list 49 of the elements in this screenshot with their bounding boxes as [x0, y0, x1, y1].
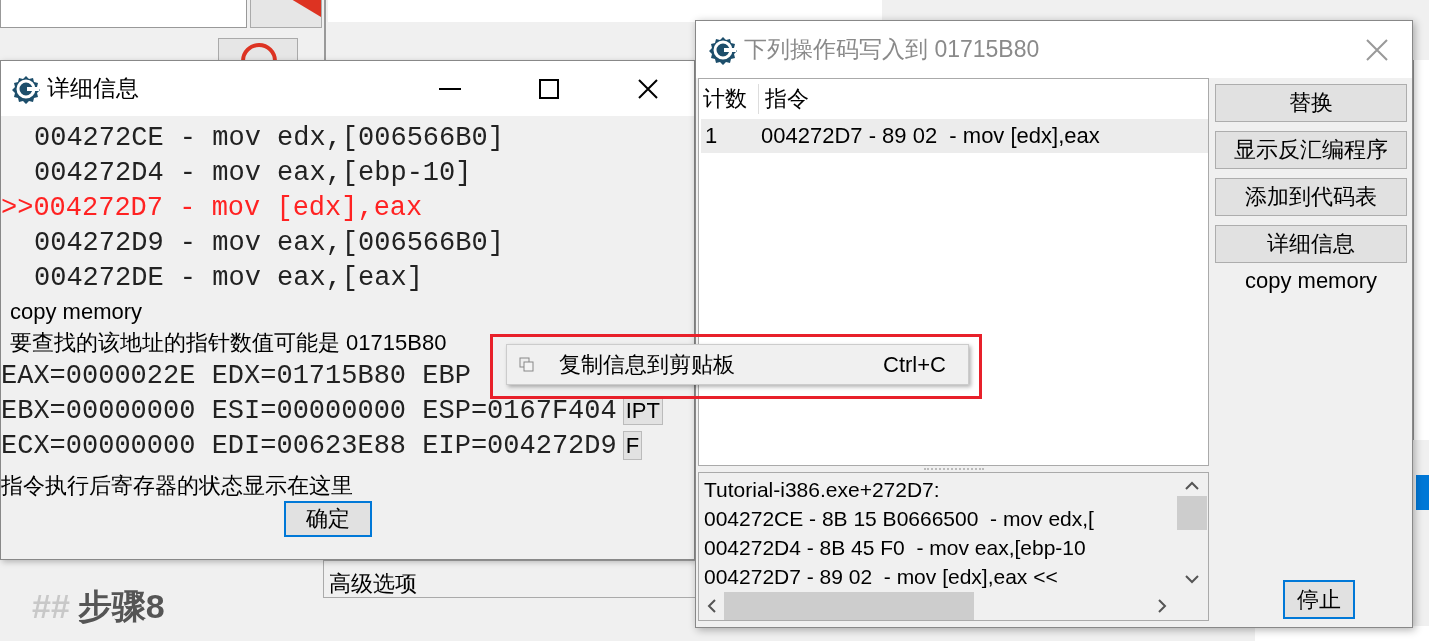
status-text: 指令执行后寄存器的状态显示在这里	[1, 472, 354, 500]
horizontal-scrollbar[interactable]	[699, 592, 1175, 620]
selection-bar	[1416, 475, 1429, 510]
action-button[interactable]: 详细信息	[1215, 225, 1407, 263]
ring-button[interactable]	[218, 38, 298, 62]
gear-icon	[708, 34, 738, 65]
copy-icon	[519, 356, 535, 373]
table-row[interactable]: 1 004272D7 - 89 02 - mov [edx],eax	[701, 119, 1208, 153]
code-line: 004272DE - mov eax,[eax]	[33, 262, 424, 295]
right-chevron-icon[interactable]	[1158, 599, 1167, 613]
comment-text: copy memory	[1243, 268, 1378, 294]
menu-item[interactable]: 复制信息到剪贴板 Ctrl+C	[507, 345, 968, 384]
code-line: >>004272D7 - mov [edx],eax	[1, 192, 424, 225]
ok-button[interactable]: 确定	[283, 501, 372, 537]
memo-line: 004272D4 - 8B 45 F0 - mov eax,[ebp-10	[704, 535, 1087, 561]
comment-text: copy memory	[9, 298, 144, 326]
memo-line: 004272CE - 8B 15 B0666500 - mov edx,[	[704, 506, 1095, 532]
action-button[interactable]: 添加到代码表	[1215, 178, 1407, 216]
arrow-button[interactable]	[250, 0, 322, 28]
maximize-icon	[538, 78, 559, 99]
column-header[interactable]: 指令	[759, 84, 809, 114]
code-line: 004272CE - mov edx,[006566B0]	[33, 122, 505, 155]
memo-line: 004272D7 - 89 02 - mov [edx],eax <<	[704, 564, 1059, 590]
gear-icon	[11, 73, 41, 104]
code-line: 004272D9 - mov eax,[006566B0]	[33, 227, 505, 260]
register-line: ECX=00000000 EDI=00623E88 EIP=004272D9	[1, 430, 617, 461]
action-button[interactable]: 显示反汇编程序	[1215, 131, 1407, 169]
arrow-icon	[291, 0, 321, 17]
stop-button[interactable]: 停止	[1283, 580, 1355, 619]
column-header[interactable]: 计数	[699, 84, 759, 114]
window-title: 下列操作码写入到 01715B80	[744, 35, 1041, 64]
register-line: EAX=0000022E EDX=01715B80 EBP	[1, 360, 471, 391]
left-chevron-icon[interactable]	[707, 599, 716, 613]
up-chevron-icon[interactable]	[1184, 481, 1199, 490]
heading: 步骤8	[77, 586, 165, 627]
text-field[interactable]	[0, 0, 247, 28]
action-button[interactable]: 替换	[1215, 84, 1407, 122]
pointer-note: 要查找的该地址的指针数值可能是 01715B80	[9, 329, 448, 357]
down-chevron-icon[interactable]	[1184, 575, 1199, 584]
close-icon	[1366, 38, 1388, 61]
window-title: 详细信息	[47, 74, 140, 103]
side-button[interactable]: F	[622, 431, 643, 460]
heading-marker: ##	[32, 587, 70, 626]
memo-line: Tutorial-i386.exe+272D7:	[704, 477, 941, 503]
code-line: 004272D4 - mov eax,[ebp-10]	[33, 157, 473, 190]
register-line: EBX=00000000 ESI=00000000 ESP=0167F404	[1, 395, 617, 426]
minimize-icon	[438, 87, 461, 90]
panel-label: 高级选项	[329, 571, 417, 596]
close-icon	[637, 78, 658, 99]
